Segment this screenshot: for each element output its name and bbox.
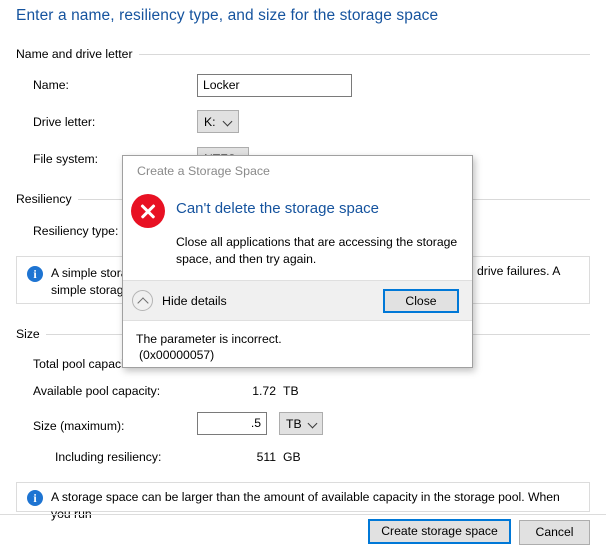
available-pool-capacity-label: Available pool capacity: [33, 384, 161, 398]
storage-space-wizard: Enter a name, resiliency type, and size … [0, 0, 606, 548]
available-pool-capacity-unit: TB [283, 384, 299, 398]
dialog-close-button[interactable]: Close [383, 289, 459, 313]
size-maximum-input[interactable]: .5 [197, 412, 267, 435]
cancel-button[interactable]: Cancel [519, 520, 590, 545]
page-title: Enter a name, resiliency type, and size … [16, 7, 439, 24]
available-pool-capacity-value: 1.72 [252, 384, 276, 398]
group-header-name-and-drive-letter: Name and drive letter [16, 47, 590, 61]
info-icon: i [27, 266, 43, 282]
dialog-title: Create a Storage Space [137, 164, 270, 178]
hide-details-toggle[interactable]: Hide details [132, 290, 227, 311]
dialog-details-line2: (0x00000057) [139, 348, 215, 362]
footer-info-text: A storage space can be larger than the a… [51, 490, 560, 521]
group-divider [138, 53, 590, 55]
total-pool-capacity-label: Total pool capacit [33, 357, 128, 371]
error-icon [131, 194, 165, 228]
dialog-action-bar: Hide details Close [123, 280, 472, 321]
chevron-down-icon [223, 116, 234, 127]
name-input[interactable]: Locker [197, 74, 352, 97]
size-unit-value: TB [286, 416, 302, 431]
footer-info-box: i A storage space can be larger than the… [16, 482, 590, 521]
dialog-details: The parameter is incorrect. (0x00000057) [136, 331, 282, 363]
group-label: Size [16, 327, 40, 341]
dialog-details-line1: The parameter is incorrect. [136, 332, 282, 346]
resiliency-type-label: Resiliency type: [33, 224, 119, 238]
info-icon: i [27, 490, 43, 506]
including-resiliency-label: Including resiliency: [55, 450, 162, 464]
chevron-up-icon [132, 290, 153, 311]
drive-letter-value: K: [204, 114, 216, 129]
group-label: Resiliency [16, 192, 72, 206]
name-label: Name: [33, 78, 69, 92]
dialog-heading: Can't delete the storage space [176, 200, 379, 217]
file-system-label: File system: [33, 152, 99, 166]
footer-divider [0, 514, 606, 515]
including-resiliency-value: 511 [256, 450, 276, 464]
resiliency-info-text-right: drive failures. A [477, 264, 561, 278]
drive-letter-dropdown[interactable]: K: [197, 110, 239, 133]
chevron-down-icon [308, 418, 319, 429]
size-maximum-label: Size (maximum): [33, 419, 125, 433]
drive-letter-label: Drive letter: [33, 115, 96, 129]
group-label: Name and drive letter [16, 47, 133, 61]
dialog-body-text: Close all applications that are accessin… [176, 235, 458, 266]
create-storage-space-button[interactable]: Create storage space [368, 519, 511, 544]
error-dialog: Create a Storage Space Can't delete the … [122, 155, 473, 368]
including-resiliency-unit: GB [283, 450, 301, 464]
hide-details-label: Hide details [162, 293, 227, 308]
size-unit-dropdown[interactable]: TB [279, 412, 323, 435]
